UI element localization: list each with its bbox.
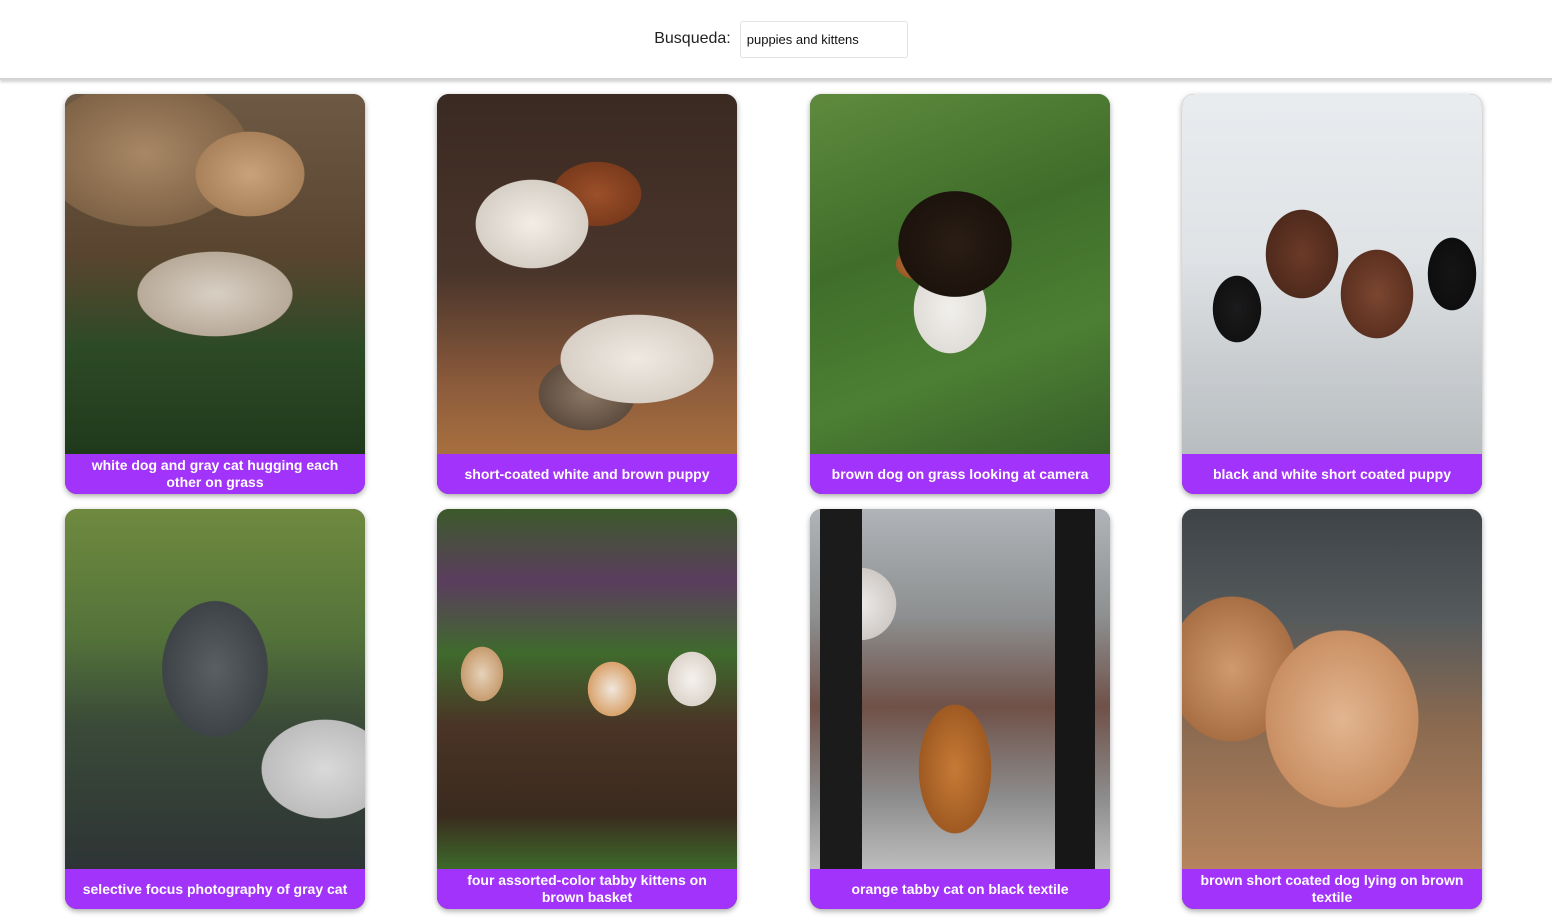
search-input[interactable]	[739, 20, 908, 58]
card-photo	[437, 94, 737, 454]
image-card[interactable]: brown dog on grass looking at camera	[810, 94, 1110, 494]
card-caption: four assorted-color tabby kittens on bro…	[437, 869, 737, 909]
card-photo	[1182, 509, 1482, 869]
card-caption: brown short coated dog lying on brown te…	[1182, 869, 1482, 909]
card-photo	[810, 509, 1110, 869]
card-photo	[65, 509, 365, 869]
card-caption: white dog and gray cat hugging each othe…	[65, 454, 365, 494]
image-card[interactable]: black and white short coated puppy	[1182, 94, 1482, 494]
card-photo	[1182, 94, 1482, 454]
image-card[interactable]: orange tabby cat on black textile	[810, 509, 1110, 909]
image-card[interactable]: short-coated white and brown puppy	[437, 94, 737, 494]
card-caption: selective focus photography of gray cat	[65, 869, 365, 909]
card-photo	[65, 94, 365, 454]
card-caption: orange tabby cat on black textile	[810, 869, 1110, 909]
card-caption: brown dog on grass looking at camera	[810, 454, 1110, 494]
card-caption: short-coated white and brown puppy	[437, 454, 737, 494]
image-card[interactable]: four assorted-color tabby kittens on bro…	[437, 509, 737, 909]
image-card[interactable]: brown short coated dog lying on brown te…	[1182, 509, 1482, 909]
image-card[interactable]: selective focus photography of gray cat	[65, 509, 365, 909]
image-card[interactable]: white dog and gray cat hugging each othe…	[65, 94, 365, 494]
card-photo	[437, 509, 737, 869]
search-header: Busqueda:	[0, 0, 1552, 80]
search-label: Busqueda:	[654, 30, 731, 47]
card-caption: black and white short coated puppy	[1182, 454, 1482, 494]
card-photo	[810, 94, 1110, 454]
